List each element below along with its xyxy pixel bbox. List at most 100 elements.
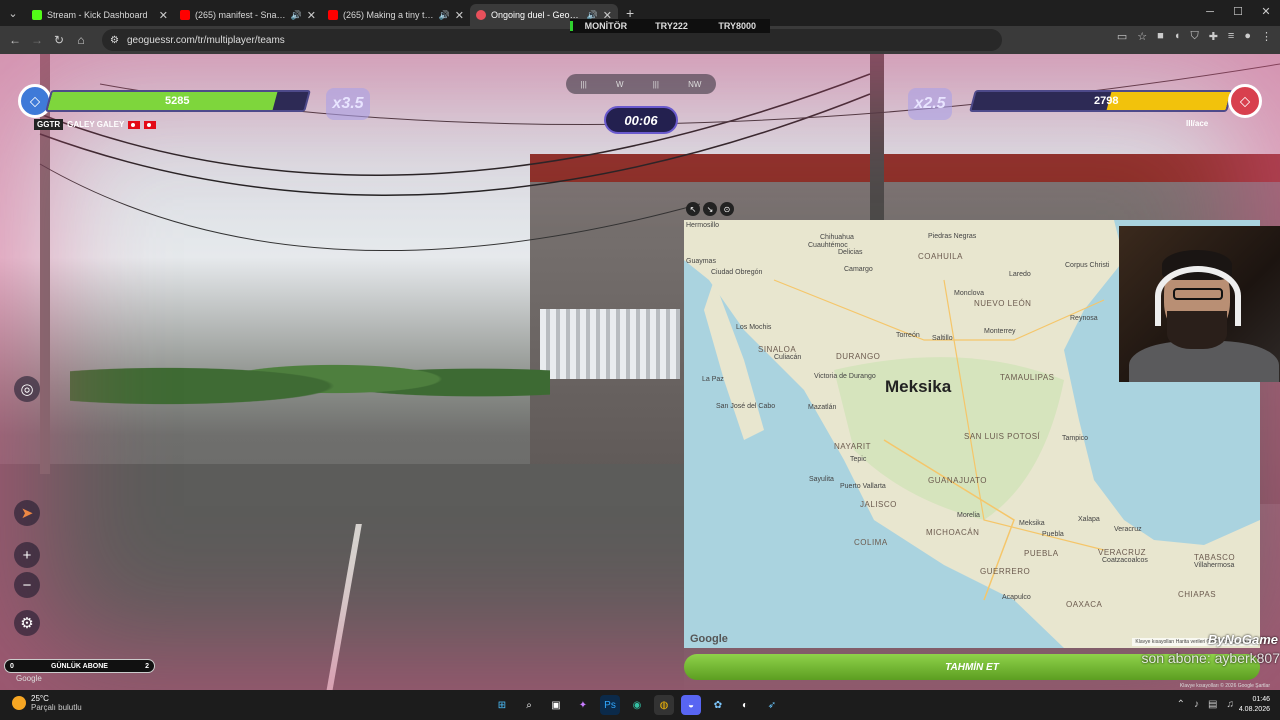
youtube-icon [180, 10, 190, 20]
speaker-icon[interactable]: 🔊 [439, 10, 450, 21]
streamer-webcam [1119, 226, 1280, 382]
photoshop-icon[interactable]: Ps [600, 695, 620, 715]
app-icon[interactable]: ✿ [708, 695, 728, 715]
team-right-multiplier: x2.5 [908, 88, 952, 120]
map-city: Puebla [1042, 531, 1064, 538]
street [0, 464, 684, 690]
abone-label: GÜNLÜK ABONE [51, 662, 108, 670]
temperature: 25°C [31, 694, 49, 703]
map-city: Camargo [844, 266, 873, 273]
team-right-score: 2798 [1094, 95, 1119, 107]
steam-icon[interactable]: ➶ [762, 695, 782, 715]
turkey-flag-icon [144, 120, 157, 129]
menu-icon[interactable]: ⋮ [1261, 30, 1272, 43]
zoom-in-button[interactable]: + [14, 542, 40, 568]
site-info-icon[interactable]: ⚙ [110, 35, 119, 46]
extension-icon[interactable]: ■ [1157, 30, 1164, 43]
microphone-icon[interactable]: ♪ [1194, 699, 1199, 710]
tab-kick[interactable]: Stream - Kick Dashboard ✕ [26, 4, 174, 26]
weather-widget[interactable]: 25°C Parçalı bulutlu [12, 694, 82, 712]
tab-search-icon[interactable]: ⌄ [0, 0, 26, 26]
volume-icon[interactable]: ♫ [1227, 699, 1235, 710]
map-city: Tampico [1062, 435, 1089, 442]
close-icon[interactable]: ✕ [159, 9, 168, 22]
tab-title: (265) Making a tiny tree in a th [343, 10, 434, 20]
abone-left-count: 0 [10, 662, 14, 670]
home-icon[interactable]: ⌂ [70, 33, 92, 47]
team-right-players: III/ace [1186, 119, 1208, 128]
profile-icon[interactable]: ● [1244, 30, 1251, 43]
tab-youtube-manifest[interactable]: (265) manifest - Snap | Offi 🔊 ✕ [174, 4, 322, 26]
health-fill [47, 92, 278, 110]
minimize-button[interactable]: ─ [1196, 0, 1224, 24]
shield-icon[interactable]: ⛉ [1190, 30, 1198, 43]
tray-chevron-icon[interactable]: ⌃ [1177, 699, 1185, 710]
extension-icon[interactable]: ◖ [1174, 30, 1181, 43]
settings-gear-icon[interactable]: ⚙ [14, 610, 40, 636]
map-city: Guaymas [686, 258, 716, 265]
map-city: Corpus Christi [1065, 262, 1110, 269]
bottom-attribution[interactable]: Klavye kısayolları © 2026 Google Şartlar [1180, 683, 1270, 689]
close-icon[interactable]: ✕ [455, 9, 464, 22]
compass-northwest: NW [688, 79, 702, 89]
media-icon[interactable]: ≡ [1228, 30, 1234, 43]
network-icon[interactable]: ▤ [1208, 699, 1217, 710]
map-city: Meksika [1019, 520, 1045, 527]
streetview-panorama[interactable]: ⬦ 5285 x3.5 GGTR GALEY GALEY ||| W ||| N… [0, 54, 1280, 690]
task-view-icon[interactable]: ▣ [546, 695, 566, 715]
stream-brand: ByNoGame [1207, 632, 1278, 647]
clock-date: 4.08.2026 [1238, 706, 1270, 713]
map-city: Xalapa [1078, 516, 1100, 523]
round-timer: 00:06 [604, 106, 678, 134]
puzzle-icon[interactable]: ✚ [1209, 30, 1218, 43]
url-field[interactable]: ⚙ geoguessr.com/tr/multiplayer/teams [102, 29, 1002, 51]
map-shrink-icon[interactable]: ↘ [703, 202, 717, 216]
reload-icon[interactable]: ↻ [48, 33, 70, 47]
map-tools: ↖ ↘ ⊙ [686, 202, 734, 216]
map-state: GUANAJUATO [928, 476, 987, 485]
chrome-icon[interactable]: ◍ [654, 695, 674, 715]
stream-overlay-bar: MONİTÖR TRY222 TRY8000 [570, 19, 770, 33]
speaker-icon[interactable]: 🔊 [291, 10, 302, 21]
map-city: Morelia [957, 512, 980, 519]
map-state: JALISCO [860, 500, 897, 509]
tab-youtube-tree[interactable]: (265) Making a tiny tree in a th 🔊 ✕ [322, 4, 470, 26]
obs-icon[interactable]: ◐ [735, 695, 755, 715]
map-city: Saltillo [932, 335, 953, 342]
compass-tick: ||| [580, 79, 587, 89]
compass-reset-icon[interactable]: ➤ [14, 500, 40, 526]
bookmark-star-icon[interactable]: ☆ [1137, 30, 1147, 43]
map-state: NAYARIT [834, 442, 871, 451]
try-label: TRY8000 [718, 21, 757, 31]
copilot-icon[interactable]: ✦ [573, 695, 593, 715]
youtube-icon [328, 10, 338, 20]
map-country-label: Meksika [885, 377, 952, 396]
maximize-button[interactable]: ☐ [1224, 0, 1252, 24]
forward-icon[interactable]: → [26, 33, 48, 47]
discord-icon[interactable]: ◒ [681, 695, 701, 715]
close-window-button[interactable]: ✕ [1252, 0, 1280, 24]
back-icon[interactable]: ← [4, 33, 26, 47]
map-city: Acapulco [1002, 594, 1031, 601]
extensions-area: ▭ ☆ ■ ◖ ⛉ ✚ ≡ ● ⋮ [1117, 30, 1272, 43]
zoom-out-button[interactable]: − [14, 572, 40, 598]
taskbar-apps: ⊞ ⌕ ▣ ✦ Ps ◉ ◍ ◒ ✿ ◐ ➶ [492, 695, 782, 715]
map-expand-icon[interactable]: ↖ [686, 202, 700, 216]
map-city: Los Mochis [736, 324, 772, 331]
map-pin-icon[interactable]: ⊙ [720, 202, 734, 216]
map-state: COAHUILA [918, 252, 963, 261]
search-icon[interactable]: ⌕ [519, 695, 539, 715]
last-subscriber-text: son abone: ayberk807 [1141, 650, 1280, 666]
windows-start-icon[interactable]: ⊞ [492, 695, 512, 715]
map-state: TABASCO [1194, 553, 1236, 562]
close-icon[interactable]: ✕ [307, 9, 316, 22]
map-state: DURANGO [836, 352, 881, 361]
trees [70, 344, 550, 414]
player-name: III/ace [1186, 119, 1209, 128]
edge-icon[interactable]: ◉ [627, 695, 647, 715]
clock[interactable]: 01:46 4.08.2026 [1239, 695, 1270, 715]
map-city: Reynosa [1070, 315, 1098, 322]
camera-icon[interactable]: ◎ [14, 376, 40, 402]
team-left-score: 5285 [165, 95, 190, 107]
cast-icon[interactable]: ▭ [1117, 30, 1127, 43]
